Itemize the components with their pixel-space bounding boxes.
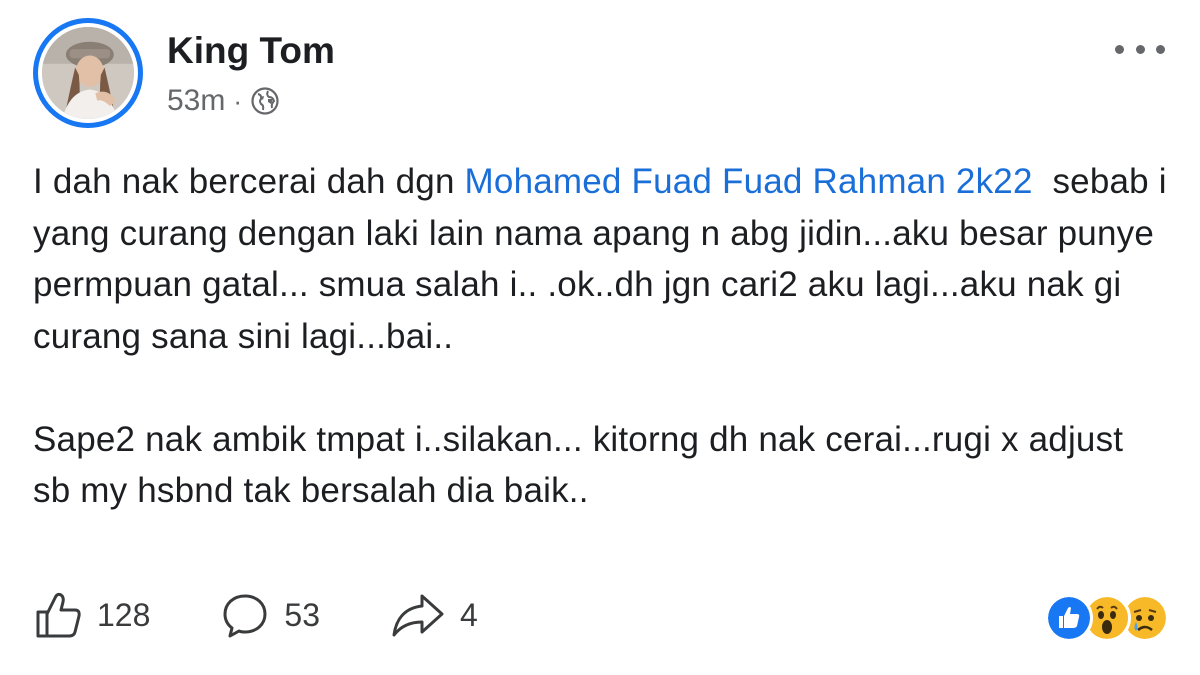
like-button[interactable]: 128: [33, 590, 150, 640]
like-count: 128: [97, 596, 151, 633]
comment-button[interactable]: 53: [220, 590, 320, 640]
mention-link[interactable]: Mohamed Fuad Fuad Rahman 2k22: [465, 162, 1033, 201]
comment-count: 53: [284, 596, 320, 633]
post-time[interactable]: 53m: [167, 84, 225, 118]
more-dot: [1115, 44, 1124, 54]
more-options-button[interactable]: [1115, 37, 1165, 61]
avatar[interactable]: [33, 18, 143, 128]
post-meta: 53m ·: [167, 84, 280, 118]
share-button[interactable]: 4: [390, 590, 478, 640]
author-name[interactable]: King Tom: [167, 30, 335, 72]
post-text: I dah nak bercerai dah dgn Mohamed Fuad …: [33, 156, 1168, 517]
thumbs-up-icon: [36, 592, 81, 638]
post-card: King Tom 53m · I dah nak bercerai dah dg…: [0, 0, 1200, 675]
reactions-summary[interactable]: [1045, 590, 1175, 642]
profile-photo: [42, 27, 134, 119]
action-bar: 128 53 4: [33, 590, 548, 640]
like-reaction-icon: [1045, 594, 1093, 642]
post-paragraph-1: I dah nak bercerai dah dgn Mohamed Fuad …: [33, 156, 1168, 362]
meta-separator: ·: [233, 85, 243, 116]
share-icon: [392, 594, 444, 637]
post-paragraph-2: Sape2 nak ambik tmpat i..silakan... kito…: [33, 419, 1124, 511]
post-text-start: I dah nak bercerai dah dgn: [33, 162, 465, 201]
more-dot: [1156, 44, 1165, 54]
comment-icon: [223, 594, 267, 638]
more-dot: [1135, 44, 1145, 54]
avatar-border: [38, 23, 138, 123]
share-count: 4: [459, 596, 478, 633]
globe-icon: [251, 87, 279, 115]
